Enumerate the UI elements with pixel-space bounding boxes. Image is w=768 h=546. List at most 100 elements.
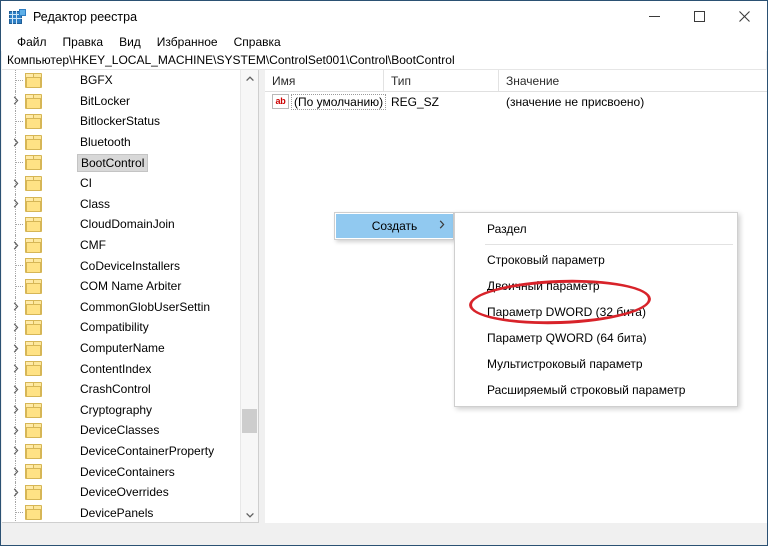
context-menu-new-submenu[interactable]: Раздел Строковый параметр Двоичный парамет… — [454, 212, 738, 407]
chevron-right-icon[interactable] — [10, 338, 22, 359]
chevron-right-icon — [439, 220, 445, 232]
menu-item-file[interactable]: Файл — [9, 34, 55, 50]
window-title: Редактор реестра — [33, 9, 138, 24]
folder-icon — [25, 505, 42, 521]
tree-item-label: CMF — [80, 238, 106, 253]
tree-item-label: DeviceOverrides — [80, 485, 169, 500]
chevron-right-icon[interactable] — [10, 194, 22, 215]
tree-item-compatibility[interactable]: Compatibility — [2, 317, 240, 338]
minimize-button[interactable] — [632, 1, 677, 32]
tree-guide — [16, 224, 23, 226]
context-menu-item-6[interactable]: Мультистроковый параметр — [455, 351, 737, 377]
tree-item-deviceclasses[interactable]: DeviceClasses — [2, 420, 240, 441]
tree-item-com-name-arbiter[interactable]: COM Name Arbiter — [2, 275, 240, 297]
close-button[interactable] — [722, 1, 767, 32]
column-header-type[interactable]: Тип — [384, 70, 499, 91]
tree-item-class[interactable]: Class — [2, 193, 240, 215]
chevron-right-icon[interactable] — [10, 482, 22, 503]
tree-item-ci[interactable]: CI — [2, 172, 240, 194]
tree-item-label: BitLocker — [80, 93, 131, 108]
tree-item-label: Compatibility — [80, 320, 149, 335]
folder-icon — [25, 443, 42, 459]
cell-name: (По умолчанию) — [291, 92, 387, 111]
tree-item-devicecontainers[interactable]: DeviceContainers — [2, 461, 240, 482]
tree-vertical-scrollbar[interactable] — [240, 70, 258, 522]
folder-icon — [25, 381, 42, 397]
chevron-right-icon[interactable] — [10, 235, 22, 256]
context-menu-item-label: Параметр DWORD (32 бита) — [487, 305, 646, 319]
context-menu-item-label: Параметр QWORD (64 бита) — [487, 331, 647, 345]
context-menu-item-new[interactable]: Создать — [336, 214, 453, 238]
tree-item-commonglobusersettin[interactable]: CommonGlobUserSettin — [2, 296, 240, 318]
folder-icon — [25, 278, 42, 294]
tree-guide — [16, 80, 23, 82]
chevron-right-icon[interactable] — [10, 358, 22, 379]
tree-scroll-thumb[interactable] — [242, 409, 257, 433]
address-bar[interactable]: Компьютер\HKEY_LOCAL_MACHINE\SYSTEM\Cont… — [2, 51, 766, 70]
tree-item-bgfx[interactable]: BGFX — [2, 70, 240, 91]
context-menu-item-3[interactable]: Двоичный параметр — [455, 273, 737, 299]
tree-item-cmf[interactable]: CMF — [2, 234, 240, 256]
tree-item-bootcontrol[interactable]: BootControl — [2, 152, 240, 173]
tree-item-label: Class — [80, 196, 111, 211]
tree-item-bluetooth[interactable]: Bluetooth — [2, 131, 240, 153]
scroll-down-icon[interactable] — [241, 506, 258, 522]
column-header-value[interactable]: Значение — [499, 70, 767, 91]
column-header-name[interactable]: Имя — [265, 70, 384, 91]
folder-icon — [25, 93, 42, 109]
menu-item-help[interactable]: Справка — [226, 34, 289, 50]
folder-icon — [25, 361, 42, 377]
tree-item-contentindex[interactable]: ContentIndex — [2, 358, 240, 379]
tree-item-label: DevicePanels — [80, 505, 154, 520]
tree-item-bitlockerstatus[interactable]: BitlockerStatus — [2, 111, 240, 132]
tree-item-devicecontainerproperty[interactable]: DeviceContainerProperty — [2, 440, 240, 462]
context-menu-item-7[interactable]: Расширяемый строковый параметр — [455, 377, 737, 403]
menu-item-view[interactable]: Вид — [111, 34, 149, 50]
tree-guide — [16, 265, 23, 267]
tree-item-label: CloudDomainJoin — [80, 217, 175, 232]
tree-item-codeviceinstallers[interactable]: CoDeviceInstallers — [2, 255, 240, 276]
context-menu-item-0[interactable]: Раздел — [455, 216, 737, 242]
tree-item-clouddomainjoin[interactable]: CloudDomainJoin — [2, 214, 240, 235]
context-menu-item-2[interactable]: Строковый параметр — [455, 247, 737, 273]
chevron-right-icon[interactable] — [10, 91, 22, 112]
tree-item-crashcontrol[interactable]: CrashControl — [2, 378, 240, 400]
tree-item-devicepanels[interactable]: DevicePanels — [2, 502, 240, 522]
menu-bar: Файл Правка Вид Избранное Справка — [1, 32, 767, 51]
tree-item-label: ContentIndex — [80, 361, 152, 376]
folder-icon — [25, 196, 42, 212]
chevron-right-icon[interactable] — [10, 173, 22, 194]
list-header: Имя Тип Значение — [265, 70, 767, 92]
chevron-right-icon[interactable] — [10, 132, 22, 153]
tree-guide — [16, 121, 23, 123]
folder-icon — [25, 258, 42, 274]
chevron-right-icon[interactable] — [10, 400, 22, 421]
table-row[interactable]: ab (По умолчанию) REG_SZ (значение не пр… — [265, 92, 767, 111]
chevron-right-icon[interactable] — [10, 441, 22, 462]
title-bar: Редактор реестра — [1, 1, 767, 32]
folder-icon — [25, 237, 42, 253]
chevron-right-icon[interactable] — [10, 420, 22, 441]
chevron-right-icon[interactable] — [10, 379, 22, 400]
chevron-right-icon[interactable] — [10, 461, 22, 482]
tree-item-computername[interactable]: ComputerName — [2, 337, 240, 359]
scroll-up-icon[interactable] — [241, 70, 258, 87]
cell-value: (значение не присвоено) — [506, 94, 645, 109]
context-menu-item-4[interactable]: Параметр DWORD (32 бита) — [455, 299, 737, 325]
folder-icon — [25, 423, 42, 439]
context-menu-item-5[interactable]: Параметр QWORD (64 бита) — [455, 325, 737, 351]
chevron-right-icon[interactable] — [10, 317, 22, 338]
tree-item-label: DeviceContainerProperty — [80, 443, 215, 458]
context-menu-item-label: Строковый параметр — [487, 253, 605, 267]
registry-tree[interactable]: BGFX BitLocker BitlockerStatus Bluetooth Boo… — [2, 70, 240, 522]
chevron-right-icon[interactable] — [10, 297, 22, 318]
menu-item-favorites[interactable]: Избранное — [149, 34, 226, 50]
tree-item-label: CrashControl — [80, 382, 151, 397]
menu-item-edit[interactable]: Правка — [55, 34, 112, 50]
maximize-button[interactable] — [677, 1, 722, 32]
tree-item-deviceoverrides[interactable]: DeviceOverrides — [2, 481, 240, 503]
tree-item-cryptography[interactable]: Cryptography — [2, 399, 240, 421]
tree-item-bitlocker[interactable]: BitLocker — [2, 90, 240, 112]
tree-item-label: Bluetooth — [80, 135, 131, 150]
folder-icon — [25, 175, 42, 191]
